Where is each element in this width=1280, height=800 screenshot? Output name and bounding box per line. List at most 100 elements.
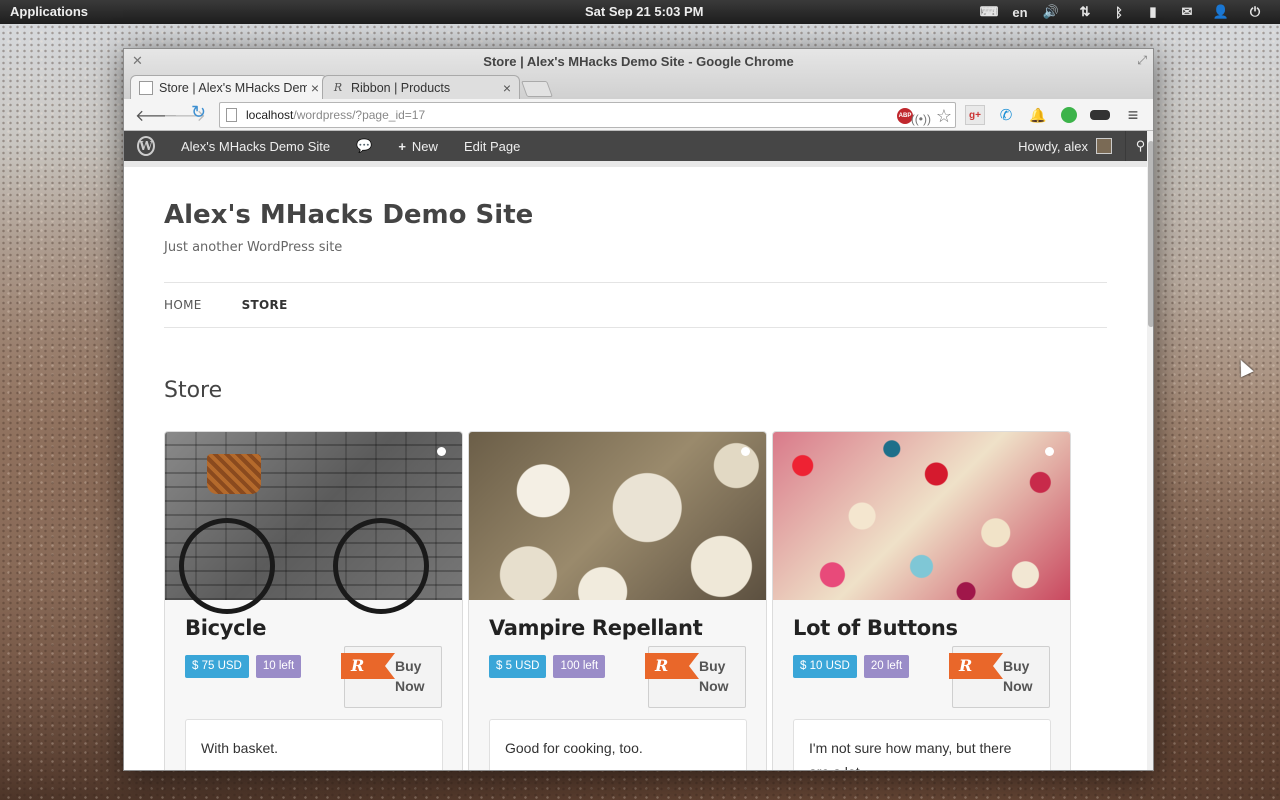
buy-now-button[interactable]: R Buy Now xyxy=(645,646,746,708)
address-bar[interactable]: localhost/wordpress/?page_id=17 ABP ((•)… xyxy=(219,102,956,128)
chrome-menu-icon[interactable]: ≡ xyxy=(1123,105,1143,125)
url-path: /wordpress/?page_id=17 xyxy=(293,108,426,122)
buy-label-line2: Now xyxy=(1003,678,1033,694)
product-meta: $ 5 USD 100 left xyxy=(489,655,606,678)
skype-extension-icon[interactable]: ✆ xyxy=(996,105,1016,125)
product-image-garlic[interactable] xyxy=(469,432,766,600)
bookmark-star-icon[interactable]: ☆ xyxy=(936,104,952,128)
product-description: I'm not sure how many, but there are a l… xyxy=(793,719,1051,770)
language-indicator[interactable]: en xyxy=(1006,2,1034,22)
tab-ribbon-products[interactable]: R Ribbon | Products × xyxy=(322,75,520,99)
page-favicon-icon xyxy=(139,80,153,95)
network-icon[interactable]: ⇅ xyxy=(1068,2,1102,22)
buy-label-line1: Buy xyxy=(395,658,422,674)
price-badge: $ 5 USD xyxy=(489,655,547,678)
power-icon[interactable]: ⏻ xyxy=(1238,2,1272,22)
page-viewport: W Alex's MHacks Demo Site 💬 + New Edit P… xyxy=(124,131,1153,770)
buy-label-line2: Now xyxy=(699,678,729,694)
tab-store[interactable]: Store | Alex's MHacks Demo Site × xyxy=(130,75,328,99)
scrollbar-thumb[interactable] xyxy=(1148,141,1153,327)
buy-now-button[interactable]: R Buy Now xyxy=(949,646,1050,708)
admin-bar-right: Howdy, alex ⚲ xyxy=(1005,131,1153,161)
buy-label-line1: Buy xyxy=(1003,658,1030,674)
product-card-bicycle: Bicycle $ 75 USD 10 left R Buy Now With … xyxy=(164,431,463,770)
product-image-bicycle[interactable] xyxy=(165,432,462,614)
clock[interactable]: Sat Sep 21 5:03 PM xyxy=(585,4,704,19)
tab-close-icon[interactable]: × xyxy=(503,80,511,96)
user-icon[interactable]: 👤 xyxy=(1204,2,1238,22)
keyboard-icon[interactable]: ⌨ xyxy=(972,2,1006,22)
product-image-buttons[interactable] xyxy=(773,432,1070,600)
buy-now-label: Buy Now xyxy=(395,656,439,696)
avatar xyxy=(1096,138,1112,154)
admin-account-menu[interactable]: Howdy, alex xyxy=(1005,131,1125,161)
broadcast-icon[interactable]: ((•)) xyxy=(911,107,931,131)
wp-admin-bar: W Alex's MHacks Demo Site 💬 + New Edit P… xyxy=(124,131,1153,161)
url-host: localhost xyxy=(246,108,294,122)
product-name: Bicycle xyxy=(185,616,267,640)
product-name: Vampire Repellant xyxy=(489,616,703,640)
nav-home[interactable]: HOME xyxy=(164,298,202,312)
site-tagline: Just another WordPress site xyxy=(164,240,343,255)
admin-edit-page[interactable]: Edit Page xyxy=(451,131,533,161)
product-meta: $ 75 USD 10 left xyxy=(185,655,302,678)
notification-bell-icon[interactable]: 🔔 xyxy=(1028,105,1048,125)
admin-site-name[interactable]: Alex's MHacks Demo Site xyxy=(168,131,343,161)
product-grid: Bicycle $ 75 USD 10 left R Buy Now With … xyxy=(164,431,1076,770)
buy-now-button[interactable]: R Buy Now xyxy=(341,646,442,708)
comments-icon[interactable]: 💬 xyxy=(343,131,385,161)
wp-logo-menu[interactable]: W xyxy=(124,131,168,161)
system-tray: ⌨ en 🔊 ⇅ ᛒ ▮ ✉ 👤 ⏻ xyxy=(972,2,1272,22)
buy-label-line1: Buy xyxy=(699,658,726,674)
incognito-mask-icon[interactable] xyxy=(1090,110,1110,120)
buy-now-label: Buy Now xyxy=(1003,656,1047,696)
window-maximize-icon[interactable]: ⤢ xyxy=(1137,53,1147,68)
tab-close-icon[interactable]: × xyxy=(311,80,319,96)
tab-label: Store | Alex's MHacks Demo Site xyxy=(159,80,307,95)
wordpress-icon: W xyxy=(137,136,155,156)
green-extension-icon[interactable] xyxy=(1061,107,1077,123)
chrome-window: ✕ Store | Alex's MHacks Demo Site - Goog… xyxy=(123,48,1154,771)
product-card-vampire-repellant: Vampire Repellant $ 5 USD 100 left R Buy… xyxy=(468,431,767,770)
page-title: Store xyxy=(164,378,223,403)
wheel-shape xyxy=(179,518,275,614)
new-tab-button[interactable] xyxy=(521,81,553,97)
product-name: Lot of Buttons xyxy=(793,616,958,640)
buy-now-label: Buy Now xyxy=(699,656,743,696)
image-indicator-dot xyxy=(437,447,446,456)
product-meta: $ 10 USD 20 left xyxy=(793,655,910,678)
reload-icon[interactable]: ↻ xyxy=(191,102,206,123)
admin-new-label: New xyxy=(411,138,438,154)
product-card-lot-of-buttons: Lot of Buttons $ 10 USD 20 left R Buy No… xyxy=(772,431,1071,770)
image-indicator-dot xyxy=(1045,447,1054,456)
gplus-extension-icon[interactable]: g+ xyxy=(965,105,985,125)
wheel-shape xyxy=(333,518,429,614)
tab-label: Ribbon | Products xyxy=(351,80,451,95)
stock-badge: 10 left xyxy=(255,655,302,678)
nav-store[interactable]: STORE xyxy=(242,298,288,312)
page-icon xyxy=(226,108,237,122)
system-top-panel: Applications Sat Sep 21 5:03 PM ⌨ en 🔊 ⇅… xyxy=(0,0,1280,24)
battery-icon[interactable]: ▮ xyxy=(1136,2,1170,22)
ribbon-logo-icon: R xyxy=(949,653,1003,679)
tab-strip: Store | Alex's MHacks Demo Site × R Ribb… xyxy=(130,73,553,99)
buy-label-line2: Now xyxy=(395,678,425,694)
site-content: Alex's MHacks Demo Site Just another Wor… xyxy=(164,167,1107,770)
product-description: With basket. xyxy=(185,719,443,770)
admin-new-menu[interactable]: + New xyxy=(385,131,451,161)
stock-badge: 20 left xyxy=(863,655,910,678)
page-scrollbar[interactable] xyxy=(1147,131,1153,770)
howdy-label: Howdy, alex xyxy=(1018,138,1088,154)
bluetooth-icon[interactable]: ᛒ xyxy=(1102,2,1136,22)
basket-shape xyxy=(207,454,261,494)
product-description: Good for cooking, too. xyxy=(489,719,747,770)
window-titlebar[interactable]: ✕ Store | Alex's MHacks Demo Site - Goog… xyxy=(124,49,1153,99)
mail-icon[interactable]: ✉ xyxy=(1170,2,1204,22)
ribbon-favicon-icon: R xyxy=(333,81,343,94)
price-badge: $ 75 USD xyxy=(185,655,249,678)
ribbon-logo-icon: R xyxy=(341,653,395,679)
price-badge: $ 10 USD xyxy=(793,655,857,678)
volume-icon[interactable]: 🔊 xyxy=(1034,2,1068,22)
site-title[interactable]: Alex's MHacks Demo Site xyxy=(164,200,1107,230)
applications-menu[interactable]: Applications xyxy=(10,4,88,19)
